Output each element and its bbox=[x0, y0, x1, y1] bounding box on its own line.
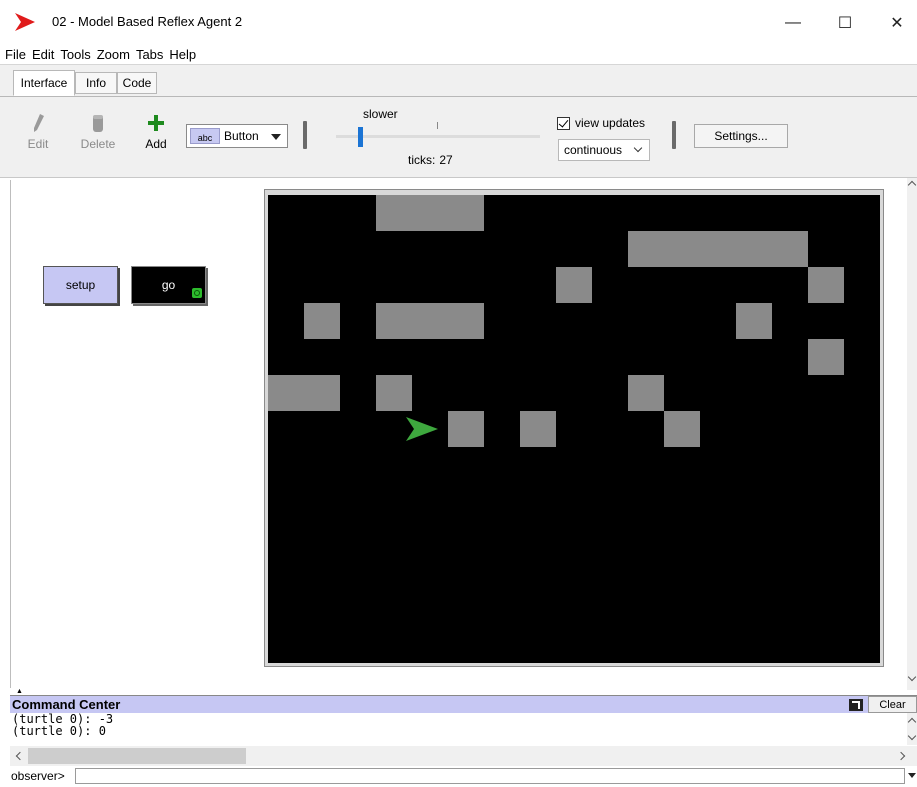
gray-patch bbox=[664, 411, 700, 447]
close-button[interactable]: ✕ bbox=[874, 8, 917, 38]
gray-patch bbox=[376, 195, 412, 231]
turtle-arrow-icon bbox=[406, 417, 438, 441]
view-updates-label: view updates bbox=[575, 116, 646, 130]
plus-icon bbox=[148, 115, 164, 131]
interface-toolbar: Edit Delete Add abc Button slower ticks:… bbox=[0, 96, 917, 178]
command-input-row: observer> bbox=[10, 766, 917, 786]
update-mode-dropdown[interactable]: continuous bbox=[558, 139, 650, 161]
scroll-down-icon[interactable] bbox=[907, 672, 917, 682]
chevron-down-icon bbox=[633, 143, 643, 153]
output-vertical-scrollbar[interactable] bbox=[907, 713, 917, 745]
chevron-down-icon[interactable] bbox=[908, 773, 916, 778]
scroll-up-icon[interactable] bbox=[907, 180, 917, 190]
menu-bar: File Edit Tools Zoom Tabs Help bbox=[0, 44, 917, 64]
speed-slider-thumb[interactable] bbox=[358, 127, 363, 147]
gray-patch bbox=[736, 231, 772, 267]
gray-patch bbox=[304, 375, 340, 411]
command-center-header: Command Center Clear bbox=[10, 695, 917, 713]
netlogo-logo-icon bbox=[15, 13, 35, 31]
gray-patch bbox=[448, 303, 484, 339]
gray-patch bbox=[376, 303, 412, 339]
widget-type-dropdown[interactable]: abc Button bbox=[186, 124, 288, 148]
gray-patch bbox=[628, 375, 664, 411]
menu-edit[interactable]: Edit bbox=[32, 47, 54, 62]
ticks-value: 27 bbox=[439, 153, 453, 167]
agent-prompt-label[interactable]: observer> bbox=[10, 769, 65, 783]
maximize-icon: ☐ bbox=[837, 15, 853, 32]
chevron-down-icon bbox=[271, 134, 281, 140]
gray-patch bbox=[700, 231, 736, 267]
tab-code[interactable]: Code bbox=[117, 72, 157, 94]
view-updates-checkbox[interactable]: view updates bbox=[557, 116, 645, 130]
go-button[interactable]: go bbox=[131, 266, 206, 304]
clear-button[interactable]: Clear bbox=[868, 696, 917, 713]
output-line: (turtle 0): -3 bbox=[12, 713, 114, 726]
scroll-up-icon[interactable] bbox=[907, 717, 917, 727]
forever-icon bbox=[192, 288, 202, 298]
command-output: (turtle 0): -3 (turtle 0): 0 bbox=[10, 713, 907, 745]
delete-label: Delete bbox=[80, 137, 116, 151]
gray-patch bbox=[556, 267, 592, 303]
gray-patch bbox=[448, 411, 484, 447]
window-title: 02 - Model Based Reflex Agent 2 bbox=[52, 14, 243, 29]
output-horizontal-scrollbar[interactable] bbox=[10, 746, 917, 766]
scrollbar-thumb[interactable] bbox=[28, 748, 246, 764]
scroll-left-icon[interactable] bbox=[15, 751, 25, 761]
command-input[interactable] bbox=[75, 768, 905, 784]
tab-info[interactable]: Info bbox=[75, 72, 117, 94]
speed-slider-label: slower bbox=[363, 107, 398, 121]
gray-patch bbox=[376, 375, 412, 411]
add-button[interactable]: Add bbox=[136, 113, 176, 151]
world-view[interactable] bbox=[268, 195, 880, 663]
tab-interface[interactable]: Interface bbox=[13, 70, 75, 96]
gray-patch bbox=[412, 195, 448, 231]
maximize-button[interactable]: ☐ bbox=[822, 8, 868, 38]
add-label: Add bbox=[145, 137, 167, 151]
edit-button[interactable]: Edit bbox=[18, 113, 58, 151]
checkbox-checked-icon bbox=[557, 116, 570, 130]
gray-patch bbox=[268, 375, 304, 411]
ticks-label: ticks: bbox=[408, 153, 436, 167]
output-line: (turtle 0): 0 bbox=[12, 724, 106, 738]
pencil-icon bbox=[34, 114, 44, 132]
command-center-title: Command Center bbox=[12, 697, 121, 712]
gray-patch bbox=[628, 231, 664, 267]
gray-patch bbox=[772, 231, 808, 267]
speed-slider-track[interactable] bbox=[336, 135, 540, 138]
delete-button[interactable]: Delete bbox=[78, 113, 118, 151]
minimize-icon: — bbox=[785, 14, 801, 31]
menu-zoom[interactable]: Zoom bbox=[97, 47, 130, 62]
trash-icon bbox=[93, 115, 103, 132]
gray-patch bbox=[736, 303, 772, 339]
gray-patch bbox=[520, 411, 556, 447]
close-icon: ✕ bbox=[890, 15, 904, 32]
button-widget-icon: abc bbox=[190, 128, 220, 144]
menu-file[interactable]: File bbox=[5, 47, 26, 62]
settings-button[interactable]: Settings... bbox=[694, 124, 788, 148]
menu-tools[interactable]: Tools bbox=[60, 47, 90, 62]
widget-type-value: Button bbox=[224, 129, 259, 143]
speed-slider-midpoint bbox=[437, 122, 438, 129]
toolbar-divider bbox=[303, 121, 307, 149]
setup-button[interactable]: setup bbox=[43, 266, 118, 304]
gray-patch bbox=[808, 339, 844, 375]
scroll-down-icon[interactable] bbox=[907, 731, 917, 741]
gray-patch bbox=[412, 303, 448, 339]
title-bar: 02 - Model Based Reflex Agent 2 — ☐ ✕ bbox=[0, 0, 917, 44]
interface-vertical-scrollbar[interactable] bbox=[907, 178, 917, 690]
toolbar-divider bbox=[672, 121, 676, 149]
update-mode-value: continuous bbox=[564, 143, 623, 157]
gray-patch bbox=[808, 267, 844, 303]
menu-help[interactable]: Help bbox=[169, 47, 196, 62]
popout-icon[interactable] bbox=[849, 699, 863, 711]
gray-patch bbox=[304, 303, 340, 339]
tick-counter: ticks: 27 bbox=[408, 153, 453, 167]
tab-row: Interface Info Code bbox=[0, 64, 917, 97]
gray-patch bbox=[664, 231, 700, 267]
edit-label: Edit bbox=[27, 137, 49, 151]
menu-tabs[interactable]: Tabs bbox=[136, 47, 163, 62]
scroll-right-icon[interactable] bbox=[896, 751, 906, 761]
gray-patch bbox=[448, 195, 484, 231]
minimize-button[interactable]: — bbox=[770, 8, 816, 38]
